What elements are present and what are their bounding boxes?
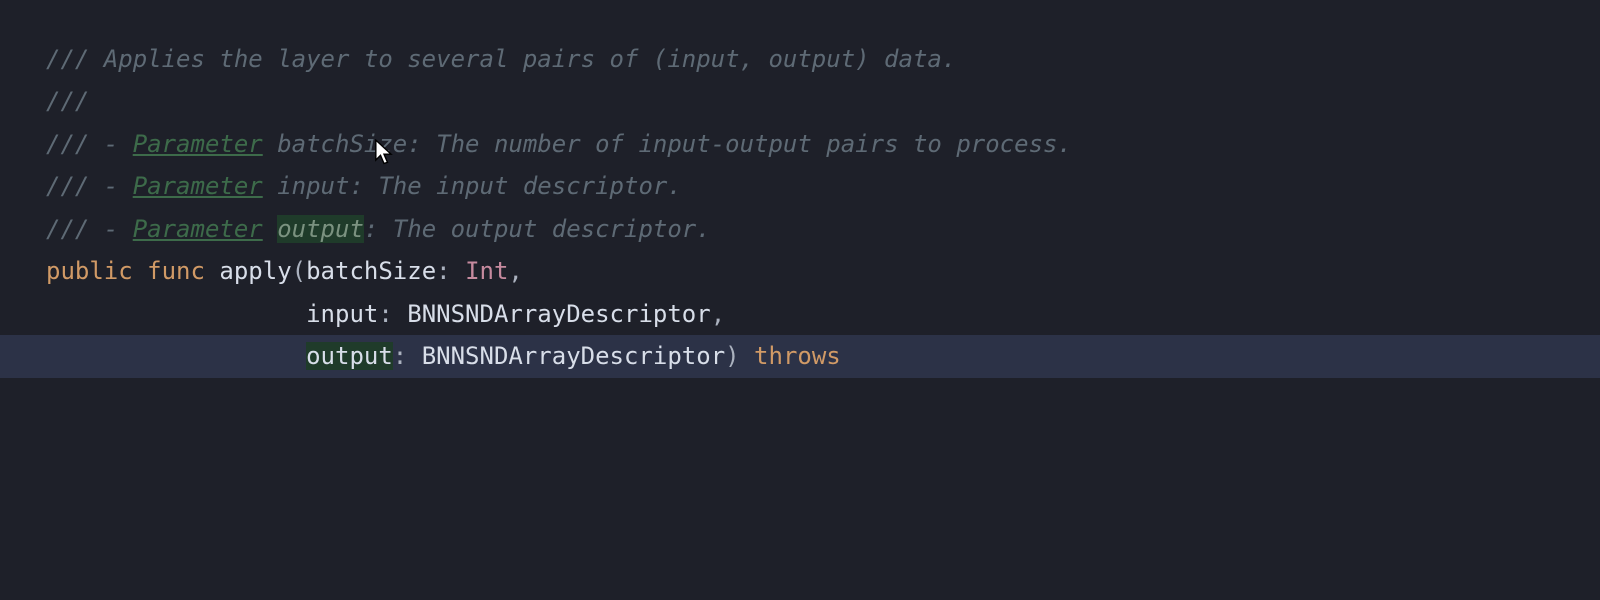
- type-name: Int: [465, 257, 508, 285]
- comment-slashes: /// -: [46, 172, 133, 200]
- paren-close: ): [725, 342, 754, 370]
- function-name: apply: [219, 257, 291, 285]
- comment-slashes: ///: [46, 87, 89, 115]
- space: [133, 257, 147, 285]
- code-editor[interactable]: /// Applies the layer to several pairs o…: [0, 38, 1600, 378]
- comma: ,: [508, 257, 522, 285]
- comment-slashes: /// -: [46, 215, 133, 243]
- doc-parameter-keyword: Parameter: [133, 130, 263, 158]
- doc-tail: : The output descriptor.: [364, 215, 711, 243]
- keyword-func: func: [147, 257, 205, 285]
- param-label-highlighted: output: [306, 342, 393, 370]
- code-line-signature[interactable]: public func apply(batchSize: Int,: [0, 250, 1600, 292]
- code-line-doc-param[interactable]: /// - Parameter output: The output descr…: [0, 208, 1600, 250]
- colon: :: [378, 300, 407, 328]
- keyword-public: public: [46, 257, 133, 285]
- paren-open: (: [292, 257, 306, 285]
- comment-slashes: /// -: [46, 130, 133, 158]
- doc-space: [263, 215, 277, 243]
- doc-param-name: input: [277, 172, 349, 200]
- colon: :: [436, 257, 465, 285]
- code-line-doc-param[interactable]: /// - Parameter input: The input descrip…: [0, 165, 1600, 207]
- colon: :: [393, 342, 422, 370]
- param-label: input: [306, 300, 378, 328]
- doc-param-name-highlighted: output: [277, 215, 364, 243]
- type-name: BNNSNDArrayDescriptor: [422, 342, 725, 370]
- doc-param-name: batchSize: [277, 130, 407, 158]
- doc-parameter-keyword: Parameter: [133, 172, 263, 200]
- indent: [46, 342, 306, 370]
- param-label: batchSize: [306, 257, 436, 285]
- doc-space: [263, 172, 277, 200]
- type-name: BNNSNDArrayDescriptor: [407, 300, 710, 328]
- code-line-doc-param[interactable]: /// - Parameter batchSize: The number of…: [0, 123, 1600, 165]
- comment-slashes: ///: [46, 45, 104, 73]
- doc-space: [263, 130, 277, 158]
- space: [205, 257, 219, 285]
- comment-text: Applies the layer to several pairs of (i…: [104, 45, 957, 73]
- code-line-signature-active[interactable]: output: BNNSNDArrayDescriptor) throws: [0, 335, 1600, 377]
- doc-tail: : The input descriptor.: [349, 172, 681, 200]
- doc-parameter-keyword: Parameter: [133, 215, 263, 243]
- keyword-throws: throws: [754, 342, 841, 370]
- comma: ,: [711, 300, 725, 328]
- code-line-signature[interactable]: input: BNNSNDArrayDescriptor,: [0, 293, 1600, 335]
- code-line-comment[interactable]: ///: [0, 80, 1600, 122]
- indent: [46, 300, 306, 328]
- code-line-comment[interactable]: /// Applies the layer to several pairs o…: [0, 38, 1600, 80]
- doc-tail: : The number of input-output pairs to pr…: [407, 130, 1072, 158]
